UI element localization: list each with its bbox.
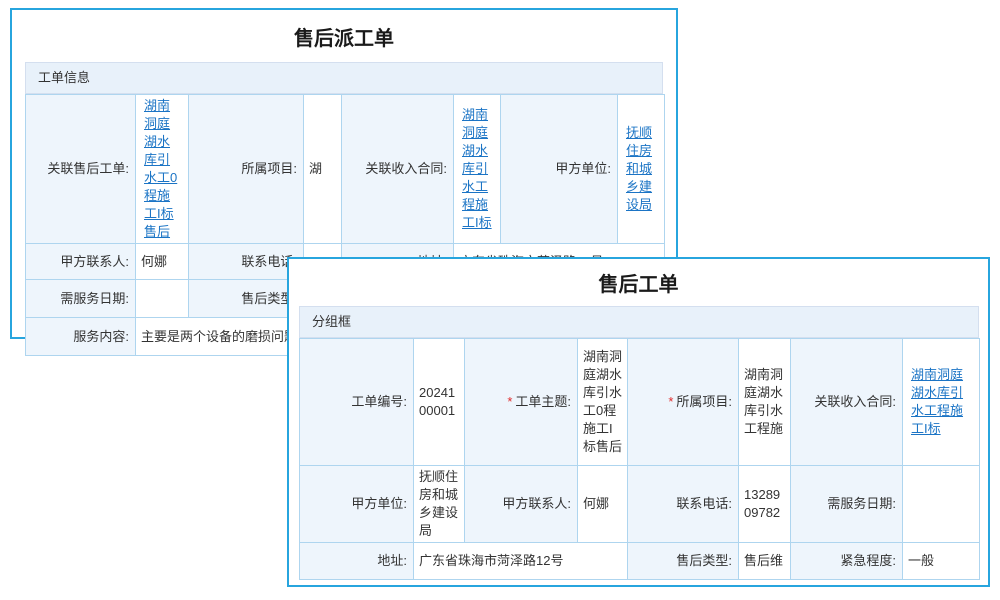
project-value: 湖南洞庭湖水库引水工程施	[739, 339, 791, 466]
service-date-value	[136, 280, 189, 318]
party-a-unit-value-cell: 抚顺住房和城乡建设局	[618, 95, 665, 244]
income-contract-link[interactable]: 湖南洞庭湖水库引水工程施工I标	[911, 367, 963, 436]
service-date-label: 需服务日期:	[26, 280, 136, 318]
urgency-value: 一般	[903, 543, 980, 580]
project-label-text: 所属项目:	[676, 394, 732, 409]
party-a-unit-label: 甲方单位:	[300, 466, 414, 543]
aftersales-order-window: 售后工单 分组框 工单编号: 2024100001 *工单主题: 湖南洞庭湖水库…	[287, 257, 990, 587]
order-no-value: 2024100001	[414, 339, 465, 466]
related-order-label: 关联售后工单:	[26, 95, 136, 244]
table-row: 甲方单位: 抚顺住房和城乡建设局 甲方联系人: 何娜 联系电话: 1328909…	[300, 466, 980, 543]
phone-label: 联系电话:	[628, 466, 739, 543]
party-a-contact-value: 何娜	[136, 244, 189, 280]
service-content-label: 服务内容:	[26, 318, 136, 356]
party-a-contact-label: 甲方联系人:	[26, 244, 136, 280]
related-order-link[interactable]: 湖南洞庭湖水库引水工0程施工I标售后	[144, 98, 177, 239]
dispatch-section-header: 工单信息	[25, 62, 663, 94]
aftersales-order-table: 工单编号: 2024100001 *工单主题: 湖南洞庭湖水库引水工0程施工I标…	[299, 338, 980, 580]
dispatch-order-title: 售后派工单	[12, 10, 676, 62]
income-contract-value-cell: 湖南洞庭湖水库引水工程施工I标	[903, 339, 980, 466]
party-a-contact-label: 甲方联系人:	[465, 466, 578, 543]
order-no-label: 工单编号:	[300, 339, 414, 466]
address-label: 地址:	[300, 543, 414, 580]
party-a-unit-value: 抚顺住房和城乡建设局	[414, 466, 465, 543]
project-value: 湖	[304, 95, 342, 244]
related-order-value-cell: 湖南洞庭湖水库引水工0程施工I标售后	[136, 95, 189, 244]
party-a-unit-link[interactable]: 抚顺住房和城乡建设局	[626, 125, 652, 212]
party-a-contact-value: 何娜	[578, 466, 628, 543]
service-date-value	[903, 466, 980, 543]
project-label: *所属项目:	[628, 339, 739, 466]
table-row: 工单编号: 2024100001 *工单主题: 湖南洞庭湖水库引水工0程施工I标…	[300, 339, 980, 466]
income-contract-label: 关联收入合同:	[342, 95, 454, 244]
aftersales-type-label: 售后类型:	[628, 543, 739, 580]
service-date-label: 需服务日期:	[791, 466, 903, 543]
aftersales-type-value: 售后维	[739, 543, 791, 580]
order-subject-label: *工单主题:	[465, 339, 578, 466]
aftersales-order-title: 售后工单	[289, 259, 988, 306]
party-a-unit-label: 甲方单位:	[501, 95, 618, 244]
urgency-label: 紧急程度:	[791, 543, 903, 580]
income-contract-label: 关联收入合同:	[791, 339, 903, 466]
address-value: 广东省珠海市菏泽路12号	[414, 543, 628, 580]
table-row: 地址: 广东省珠海市菏泽路12号 售后类型: 售后维 紧急程度: 一般	[300, 543, 980, 580]
order-subject-value: 湖南洞庭湖水库引水工0程施工I标售后	[578, 339, 628, 466]
phone-value: 1328909782	[739, 466, 791, 543]
required-asterisk: *	[668, 394, 673, 409]
income-contract-link[interactable]: 湖南洞庭湖水库引水工程施工I标	[462, 107, 492, 230]
aftersales-section-header: 分组框	[299, 306, 979, 338]
required-asterisk: *	[507, 394, 512, 409]
table-row: 关联售后工单: 湖南洞庭湖水库引水工0程施工I标售后 所属项目: 湖 关联收入合…	[26, 95, 665, 244]
project-label: 所属项目:	[189, 95, 304, 244]
order-subject-label-text: 工单主题:	[515, 394, 571, 409]
income-contract-value-cell: 湖南洞庭湖水库引水工程施工I标	[454, 95, 501, 244]
